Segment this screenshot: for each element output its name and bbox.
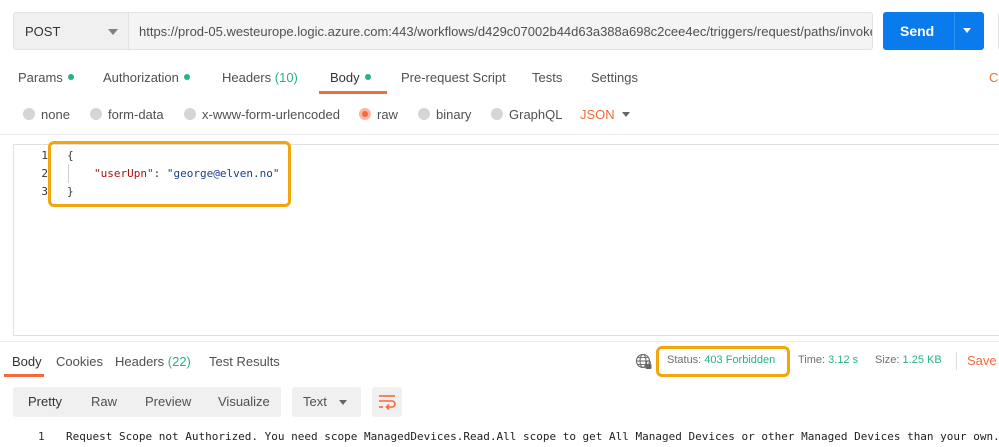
response-size: Size: 1.25 KB xyxy=(875,354,942,366)
radio-urlencoded[interactable] xyxy=(184,108,196,120)
send-options-chevron-icon[interactable] xyxy=(963,28,971,33)
wrap-lines-button[interactable] xyxy=(372,387,402,417)
globe-icon[interactable] xyxy=(635,353,653,371)
size-label: Size: xyxy=(875,354,900,366)
tab-headers[interactable]: Headers (10) xyxy=(222,70,298,85)
line-number: 2 xyxy=(41,167,48,180)
response-tab-headers[interactable]: Headers (22) xyxy=(115,354,191,369)
radio-none[interactable] xyxy=(23,108,35,120)
time-value: 3.12 s xyxy=(828,354,859,366)
response-text: Request Scope not Authorized. You need s… xyxy=(66,430,999,443)
view-mode-segmented-control: Pretty Raw Preview Visualize xyxy=(13,387,281,417)
radio-none-label: none xyxy=(41,107,70,122)
radio-binary-label: binary xyxy=(436,107,472,122)
radio-binary[interactable] xyxy=(418,108,430,120)
send-divider xyxy=(954,12,955,50)
tab-body[interactable]: Body xyxy=(330,70,371,85)
response-tab-headers-count: (22) xyxy=(167,354,191,369)
response-format-select[interactable]: Text xyxy=(292,387,361,417)
view-mode-pretty[interactable]: Pretty xyxy=(28,394,62,409)
cookies-link[interactable]: C xyxy=(989,70,999,85)
tab-tests[interactable]: Tests xyxy=(532,70,562,85)
radio-urlencoded-label: x-www-form-urlencoded xyxy=(202,107,340,122)
tab-prerequest-script[interactable]: Pre-request Script xyxy=(401,70,506,85)
body-active-dot xyxy=(364,74,371,80)
radio-raw[interactable] xyxy=(359,108,371,120)
radio-graphql[interactable] xyxy=(491,108,503,120)
radio-raw-label: raw xyxy=(377,107,398,122)
status-highlight-annotation xyxy=(656,346,790,377)
authorization-active-dot xyxy=(183,74,190,80)
request-url-bar: POST https://prod-05.westeurope.logic.az… xyxy=(13,12,999,50)
response-tab-body[interactable]: Body xyxy=(12,354,42,369)
radio-form-data-label: form-data xyxy=(108,107,164,122)
response-tab-test-results[interactable]: Test Results xyxy=(209,354,280,369)
request-tabs: Params Authorization Headers (10) Body P… xyxy=(0,63,999,95)
tab-headers-count: (10) xyxy=(274,70,298,85)
size-value: 1.25 KB xyxy=(902,354,942,366)
radio-form-data[interactable] xyxy=(90,108,102,120)
response-body: 1 Request Scope not Authorized. You need… xyxy=(0,430,999,446)
active-response-tab-underline xyxy=(4,374,44,377)
divider xyxy=(0,134,999,135)
response-time: Time: 3.12 s xyxy=(798,354,858,366)
divider xyxy=(956,352,957,370)
tab-body-label: Body xyxy=(330,70,360,85)
response-format-label: Text xyxy=(303,394,327,409)
send-label: Send xyxy=(900,23,935,39)
view-mode-preview[interactable]: Preview xyxy=(145,394,191,409)
wrap-lines-icon xyxy=(379,395,396,411)
response-tab-cookies[interactable]: Cookies xyxy=(56,354,103,369)
chevron-down-icon xyxy=(108,29,118,35)
chevron-down-icon xyxy=(339,400,347,405)
line-number: 3 xyxy=(41,185,48,198)
radio-graphql-label: GraphQL xyxy=(509,107,563,122)
line-number: 1 xyxy=(41,149,48,162)
url-input[interactable]: https://prod-05.westeurope.logic.azure.c… xyxy=(129,12,873,50)
view-mode-visualize[interactable]: Visualize xyxy=(218,394,270,409)
body-format-select[interactable]: JSON xyxy=(580,107,615,122)
send-button[interactable]: Send xyxy=(883,12,984,50)
body-type-selector: none form-data x-www-form-urlencoded raw… xyxy=(0,100,999,128)
body-highlight-annotation xyxy=(48,141,291,207)
line-number: 1 xyxy=(38,430,45,443)
tab-headers-label: Headers xyxy=(222,70,272,85)
active-tab-underline xyxy=(319,91,387,94)
method-label: POST xyxy=(25,24,61,39)
tab-settings[interactable]: Settings xyxy=(591,70,638,85)
time-label: Time: xyxy=(798,354,826,366)
params-active-dot xyxy=(67,74,74,80)
tab-authorization-label: Authorization xyxy=(103,70,179,85)
save-response-button[interactable]: Save R xyxy=(967,353,999,368)
view-mode-raw[interactable]: Raw xyxy=(91,394,117,409)
tab-authorization[interactable]: Authorization xyxy=(103,70,190,85)
method-select[interactable]: POST xyxy=(13,12,129,50)
chevron-down-icon[interactable] xyxy=(622,112,630,117)
divider xyxy=(0,341,999,342)
tab-params-label: Params xyxy=(18,70,63,85)
tab-params[interactable]: Params xyxy=(18,70,74,85)
url-text: https://prod-05.westeurope.logic.azure.c… xyxy=(139,24,873,39)
response-tab-headers-label: Headers xyxy=(115,354,165,369)
